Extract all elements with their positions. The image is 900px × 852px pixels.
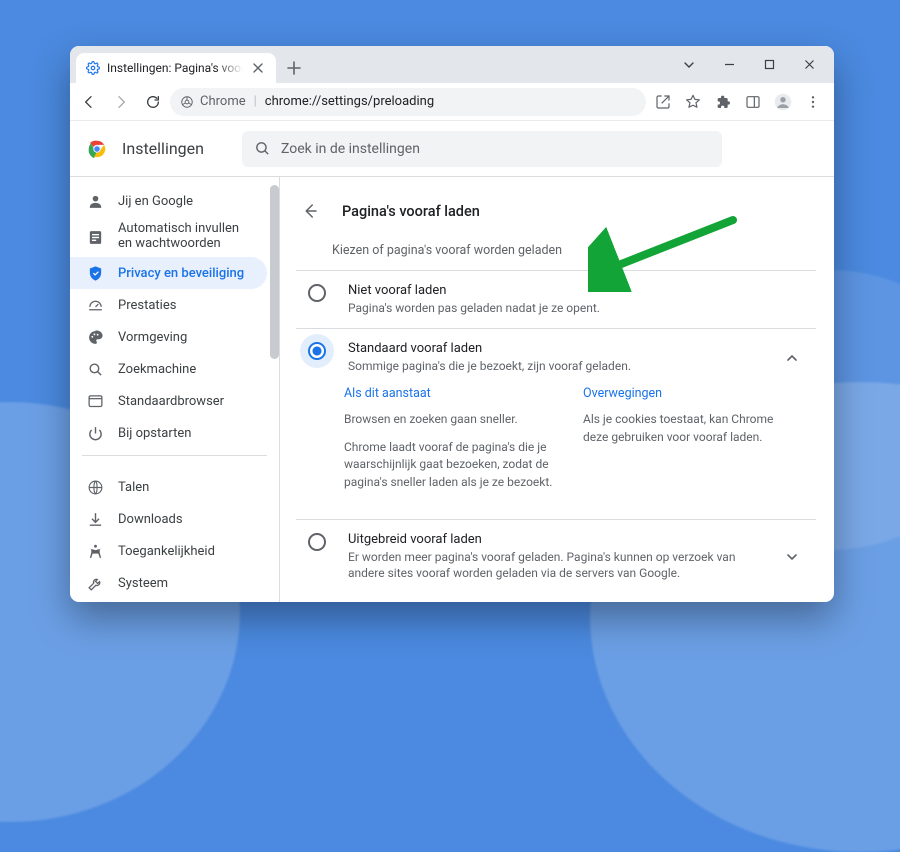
back-arrow-button[interactable] bbox=[296, 197, 324, 225]
download-icon bbox=[86, 511, 104, 528]
profile-avatar[interactable] bbox=[768, 87, 798, 117]
sidebar-item-appearance[interactable]: Vormgeving bbox=[70, 321, 267, 353]
sidebar-item-default-browser[interactable]: Standaardbrowser bbox=[70, 385, 267, 417]
more-menu-icon[interactable] bbox=[798, 87, 828, 117]
sidebar-item-label: Bij opstarten bbox=[118, 426, 191, 441]
option-extended-preload[interactable]: Uitgebreid vooraf laden Er worden meer p… bbox=[296, 520, 816, 593]
sidebar-item-system[interactable]: Systeem bbox=[70, 567, 267, 599]
chrome-chip-icon bbox=[180, 95, 194, 109]
sidebar-item-label: Standaardbrowser bbox=[118, 394, 224, 409]
option-subtitle: Er worden meer pagina's vooraf geladen. … bbox=[348, 549, 754, 581]
section-intro: Kiezen of pagina's vooraf worden geladen bbox=[296, 237, 816, 270]
sidebar-item-search-engine[interactable]: Zoekmachine bbox=[70, 353, 267, 385]
side-panel-icon[interactable] bbox=[738, 87, 768, 117]
option-subtitle: Sommige pagina's die je bezoekt, zijn vo… bbox=[348, 358, 754, 374]
sidebar-item-privacy[interactable]: Privacy en beveiliging bbox=[70, 257, 267, 289]
tab-search-icon[interactable] bbox=[670, 46, 708, 83]
main-content: Pagina's vooraf laden Kiezen of pagina's… bbox=[280, 177, 834, 602]
close-icon[interactable] bbox=[250, 60, 266, 76]
tab-title: Instellingen: Pagina's vooraf laden bbox=[107, 61, 243, 75]
browser-window: Instellingen: Pagina's vooraf laden bbox=[70, 46, 834, 602]
window-controls bbox=[670, 46, 828, 83]
address-sep: | bbox=[254, 94, 257, 109]
back-button[interactable] bbox=[74, 87, 104, 117]
address-url: chrome://settings/preloading bbox=[265, 94, 434, 109]
gear-icon bbox=[86, 61, 100, 75]
sidebar-item-startup[interactable]: Bij opstarten bbox=[70, 417, 267, 449]
option-subtitle: Pagina's worden pas geladen nadat je ze … bbox=[348, 300, 804, 316]
sidebar-scrollbar[interactable] bbox=[270, 185, 279, 359]
person-icon bbox=[86, 193, 104, 210]
sidebar-item-downloads[interactable]: Downloads bbox=[70, 503, 267, 535]
forward-button[interactable] bbox=[106, 87, 136, 117]
sidebar-item-label: Privacy en beveiliging bbox=[118, 266, 244, 281]
sidebar-item-languages[interactable]: Talen bbox=[70, 471, 267, 503]
option-title: Niet vooraf laden bbox=[348, 283, 804, 298]
sidebar-item-label: Automatisch invullen en wachtwoorden bbox=[118, 222, 255, 252]
radio-checked[interactable] bbox=[308, 342, 326, 360]
site-chip-label: Chrome bbox=[200, 94, 246, 109]
chevron-down-icon[interactable] bbox=[774, 551, 810, 563]
settings-search-input[interactable]: Zoek in de instellingen bbox=[242, 131, 722, 167]
settings-search-placeholder: Zoek in de instellingen bbox=[281, 141, 420, 157]
tab-strip: Instellingen: Pagina's vooraf laden bbox=[70, 46, 834, 83]
sidebar-item-label: Prestaties bbox=[118, 298, 176, 313]
sidebar-item-reset[interactable]: Instellingen resetten bbox=[70, 599, 267, 602]
detail-text: Chrome laadt vooraf de pagina's die je w… bbox=[344, 439, 553, 491]
option-title: Uitgebreid vooraf laden bbox=[348, 532, 754, 547]
standard-preload-details: Als dit aanstaat Browsen en zoeken gaan … bbox=[296, 386, 816, 520]
form-icon bbox=[86, 229, 104, 246]
chrome-logo-icon bbox=[86, 138, 108, 160]
option-no-preload[interactable]: Niet vooraf laden Pagina's worden pas ge… bbox=[296, 271, 816, 328]
address-bar[interactable]: Chrome | chrome://settings/preloading bbox=[170, 88, 646, 116]
sidebar-item-accessibility[interactable]: Toegankelijkheid bbox=[70, 535, 267, 567]
browser-icon bbox=[86, 393, 104, 410]
option-title: Standaard vooraf laden bbox=[348, 341, 754, 356]
bookmark-icon[interactable] bbox=[678, 87, 708, 117]
sidebar-item-label: Jij en Google bbox=[118, 194, 193, 209]
sidebar-item-performance[interactable]: Prestaties bbox=[70, 289, 267, 321]
window-minimize-button[interactable] bbox=[710, 46, 748, 83]
extensions-icon[interactable] bbox=[708, 87, 738, 117]
window-close-button[interactable] bbox=[790, 46, 828, 83]
browser-tab[interactable]: Instellingen: Pagina's vooraf laden bbox=[76, 53, 276, 83]
toolbar: Chrome | chrome://settings/preloading bbox=[70, 83, 834, 121]
detail-text: Browsen en zoeken gaan sneller. bbox=[344, 411, 553, 428]
sidebar-item-label: Toegankelijkheid bbox=[118, 544, 215, 559]
sidebar-item-autofill[interactable]: Automatisch invullen en wachtwoorden bbox=[70, 217, 267, 257]
site-chip: Chrome bbox=[180, 94, 246, 109]
detail-heading: Overwegingen bbox=[583, 386, 792, 401]
sidebar-item-label: Vormgeving bbox=[118, 330, 187, 345]
settings-page: Instellingen Zoek in de instellingen Jij… bbox=[70, 121, 834, 602]
chevron-up-icon[interactable] bbox=[774, 352, 810, 364]
new-tab-button[interactable] bbox=[280, 54, 308, 82]
sidebar: Jij en Google Automatisch invullen en wa… bbox=[70, 177, 280, 602]
search-icon bbox=[86, 361, 104, 378]
sidebar-item-label: Systeem bbox=[118, 576, 168, 591]
palette-icon bbox=[86, 329, 104, 346]
sidebar-item-label: Talen bbox=[118, 480, 149, 495]
accessibility-icon bbox=[86, 543, 104, 560]
option-standard-preload[interactable]: Standaard vooraf laden Sommige pagina's … bbox=[296, 328, 816, 386]
window-maximize-button[interactable] bbox=[750, 46, 788, 83]
detail-heading: Als dit aanstaat bbox=[344, 386, 553, 401]
sidebar-item-label: Downloads bbox=[118, 512, 183, 527]
share-icon[interactable] bbox=[648, 87, 678, 117]
radio-unchecked[interactable] bbox=[308, 533, 326, 551]
sidebar-item-you-and-google[interactable]: Jij en Google bbox=[70, 185, 267, 217]
search-icon bbox=[254, 140, 271, 157]
wrench-icon bbox=[86, 575, 104, 592]
speed-icon bbox=[86, 297, 104, 314]
page-header: Instellingen Zoek in de instellingen bbox=[70, 121, 834, 177]
shield-icon bbox=[86, 265, 104, 282]
reload-button[interactable] bbox=[138, 87, 168, 117]
power-icon bbox=[86, 425, 104, 442]
page-title: Instellingen bbox=[122, 139, 204, 158]
section-title: Pagina's vooraf laden bbox=[342, 203, 480, 220]
detail-text: Als je cookies toestaat, kan Chrome deze… bbox=[583, 411, 792, 446]
radio-unchecked[interactable] bbox=[308, 284, 326, 302]
globe-icon bbox=[86, 479, 104, 496]
sidebar-item-label: Zoekmachine bbox=[118, 362, 196, 377]
